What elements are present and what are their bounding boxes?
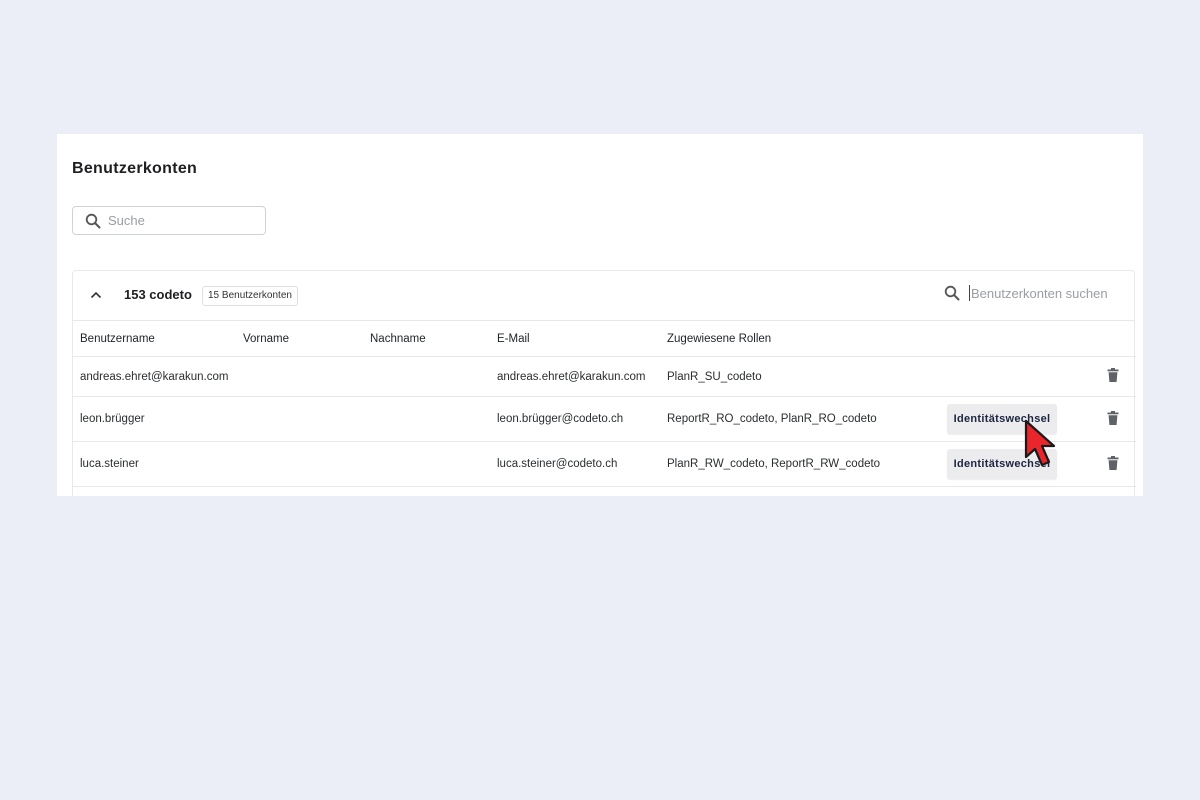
cell-action: Identitätswechsel — [943, 441, 1077, 487]
group-name: 153 codeto — [124, 287, 192, 302]
cell-roles: ReportR_RO_codeto, PlanR_RO_codeto — [660, 396, 943, 442]
cell-lastname — [363, 356, 490, 397]
column-header-delete — [1077, 321, 1136, 357]
cell-email: leon.brügger@codeto.ch — [490, 396, 660, 442]
table-header-row: Benutzername Vorname Nachname E-Mail Zug… — [73, 321, 1136, 357]
global-search[interactable] — [72, 206, 266, 235]
cell-action — [943, 356, 1077, 397]
column-header-email[interactable]: E-Mail — [490, 321, 660, 357]
cell-action: Identitätswechsel — [943, 396, 1077, 442]
table-row[interactable]: andreas.ehret@karakun.com andreas.ehret@… — [73, 356, 1136, 397]
search-input[interactable] — [108, 213, 248, 228]
trash-icon — [1107, 368, 1119, 382]
trash-icon — [1107, 455, 1119, 470]
users-table: Benutzername Vorname Nachname E-Mail Zug… — [73, 321, 1136, 487]
group-search-input[interactable] — [969, 285, 1131, 301]
account-group: 153 codeto 15 Benutzerkonten Benutzerkon… — [72, 270, 1136, 496]
column-header-action — [943, 321, 1077, 357]
cell-email: luca.steiner@codeto.ch — [490, 441, 660, 487]
table-row[interactable]: luca.steiner luca.steiner@codeto.ch Plan… — [73, 441, 1136, 487]
cell-username: andreas.ehret@karakun.com — [73, 356, 236, 397]
cell-roles: PlanR_RW_codeto, ReportR_RW_codeto — [660, 441, 943, 487]
search-icon — [85, 213, 101, 228]
column-header-firstname[interactable]: Vorname — [236, 321, 363, 357]
cell-delete — [1077, 441, 1136, 487]
collapse-button[interactable] — [87, 286, 105, 304]
cell-firstname — [236, 441, 363, 487]
column-header-roles[interactable]: Zugewiesene Rollen — [660, 321, 943, 357]
cell-email: andreas.ehret@karakun.com — [490, 356, 660, 397]
search-icon — [944, 285, 960, 301]
table-row[interactable]: leon.brügger leon.brügger@codeto.ch Repo… — [73, 396, 1136, 442]
cell-roles: PlanR_SU_codeto — [660, 356, 943, 397]
chevron-up-icon — [90, 291, 102, 299]
account-count-badge: 15 Benutzerkonten — [202, 286, 298, 306]
group-search[interactable] — [944, 285, 1131, 301]
delete-button[interactable] — [1107, 455, 1119, 470]
trash-icon — [1107, 410, 1119, 425]
group-header: 153 codeto 15 Benutzerkonten — [73, 271, 1134, 321]
cell-delete — [1077, 356, 1136, 397]
cell-firstname — [236, 356, 363, 397]
impersonate-button[interactable]: Identitätswechsel — [947, 404, 1057, 434]
cell-delete — [1077, 396, 1136, 442]
cell-username: leon.brügger — [73, 396, 236, 442]
cell-lastname — [363, 441, 490, 487]
delete-button[interactable] — [1107, 368, 1119, 382]
column-header-username[interactable]: Benutzername — [73, 321, 236, 357]
impersonate-button[interactable]: Identitätswechsel — [947, 449, 1057, 479]
delete-button[interactable] — [1107, 410, 1119, 425]
accounts-panel: Benutzerkonten 153 codeto 15 Benutzerkon… — [57, 134, 1143, 496]
page-title: Benutzerkonten — [72, 160, 198, 177]
cell-username: luca.steiner — [73, 441, 236, 487]
cell-lastname — [363, 396, 490, 442]
column-header-lastname[interactable]: Nachname — [363, 321, 490, 357]
cell-firstname — [236, 396, 363, 442]
